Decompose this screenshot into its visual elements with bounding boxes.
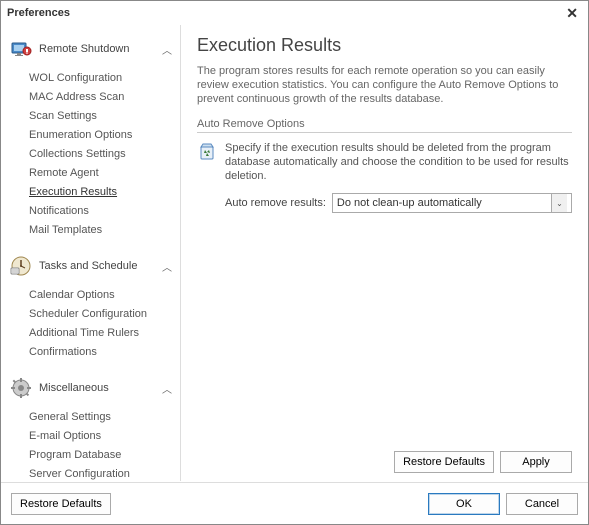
sidebar-item-scan-settings[interactable]: Scan Settings [25,107,180,126]
sidebar-item-e-mail-options[interactable]: E-mail Options [25,427,180,446]
auto-remove-select[interactable]: Do not clean-up automatically ⌄ [332,193,572,213]
recycle-icon [197,141,217,161]
sidebar-item-notifications[interactable]: Notifications [25,202,180,221]
section-icon [9,254,33,278]
sidebar-item-server-configuration[interactable]: Server Configuration [25,465,180,481]
section-icon [9,37,33,61]
close-icon[interactable]: ✕ [562,5,582,22]
section-header-miscellaneous[interactable]: Miscellaneous︿ [1,370,180,406]
sidebar: Remote Shutdown︿WOL ConfigurationMAC Add… [1,25,181,481]
select-value: Do not clean-up automatically [337,197,551,209]
sidebar-item-general-settings[interactable]: General Settings [25,408,180,427]
section-label: Remote Shutdown [39,43,162,55]
sidebar-item-execution-results[interactable]: Execution Results [25,183,180,202]
option-description: Specify if the execution results should … [225,141,572,183]
page-title: Execution Results [197,35,572,56]
restore-defaults-footer-button[interactable]: Restore Defaults [11,493,111,515]
sidebar-item-enumeration-options[interactable]: Enumeration Options [25,126,180,145]
apply-button[interactable]: Apply [500,451,572,473]
sidebar-item-confirmations[interactable]: Confirmations [25,343,180,362]
chevron-up-icon: ︿ [162,381,172,396]
cancel-button[interactable]: Cancel [506,493,578,515]
window-title: Preferences [7,7,70,19]
chevron-down-icon[interactable]: ⌄ [551,194,567,212]
section-header-tasks-and-schedule[interactable]: Tasks and Schedule︿ [1,248,180,284]
sidebar-item-calendar-options[interactable]: Calendar Options [25,286,180,305]
select-label: Auto remove results: [225,197,326,209]
chevron-up-icon: ︿ [162,259,172,274]
ok-button[interactable]: OK [428,493,500,515]
sidebar-item-program-database[interactable]: Program Database [25,446,180,465]
section-icon [9,376,33,400]
footer: Restore Defaults OK Cancel [1,482,588,524]
group-label: Auto Remove Options [197,118,572,130]
sidebar-item-wol-configuration[interactable]: WOL Configuration [25,69,180,88]
sidebar-item-collections-settings[interactable]: Collections Settings [25,145,180,164]
section-header-remote-shutdown[interactable]: Remote Shutdown︿ [1,31,180,67]
chevron-up-icon: ︿ [162,42,172,57]
sidebar-item-additional-time-rulers[interactable]: Additional Time Rulers [25,324,180,343]
titlebar: Preferences ✕ [1,1,588,25]
section-label: Miscellaneous [39,382,162,394]
content-pane: Execution Results The program stores res… [181,25,588,481]
restore-defaults-content-button[interactable]: Restore Defaults [394,451,494,473]
sidebar-item-mail-templates[interactable]: Mail Templates [25,221,180,240]
sidebar-item-scheduler-configuration[interactable]: Scheduler Configuration [25,305,180,324]
sidebar-item-remote-agent[interactable]: Remote Agent [25,164,180,183]
section-label: Tasks and Schedule [39,260,162,272]
page-description: The program stores results for each remo… [197,64,572,106]
group-divider [197,132,572,133]
sidebar-item-mac-address-scan[interactable]: MAC Address Scan [25,88,180,107]
